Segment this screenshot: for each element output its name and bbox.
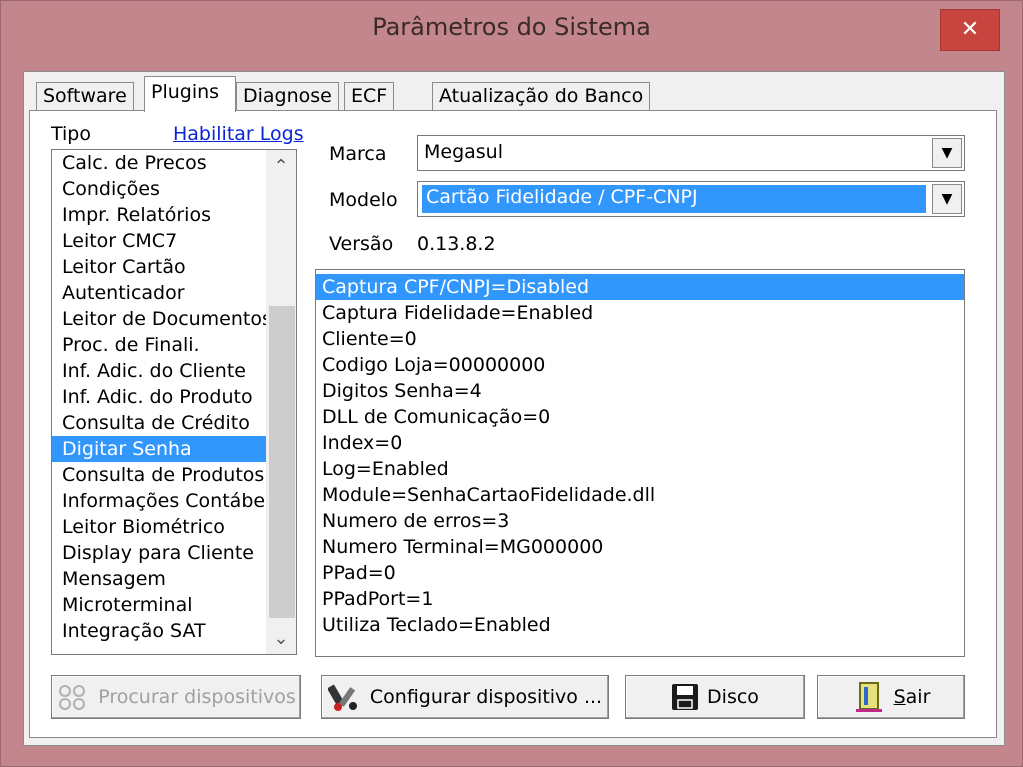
procurar-label: Procurar dispositivos [98,686,296,708]
versao-value: 0.13.8.2 [417,233,496,255]
property-row[interactable]: Captura Fidelidade=Enabled [316,300,964,326]
list-item[interactable]: Microterminal [52,592,266,618]
properties-list[interactable]: Captura CPF/CNPJ=Disabled Captura Fidelid… [315,269,965,657]
scroll-thumb[interactable] [269,306,295,618]
configurar-label: Configurar dispositivo ... [369,686,603,708]
tab-atualizacao-banco[interactable]: Atualização do Banco [432,82,651,110]
procurar-dispositivos-button[interactable]: Procurar dispositivos [51,675,301,719]
scroll-up-icon[interactable]: ⌃ [266,154,296,180]
tab-plugins[interactable]: Plugins [144,76,236,112]
property-row[interactable]: Numero Terminal=MG000000 [316,534,964,560]
modelo-label: Modelo [329,189,398,211]
list-item[interactable]: Autenticador [52,280,266,306]
property-row[interactable]: Cliente=0 [316,326,964,352]
marca-label: Marca [329,143,387,165]
property-row[interactable]: Utiliza Teclado=Enabled [316,612,964,638]
disco-button[interactable]: Disco [625,675,805,719]
property-row[interactable]: Codigo Loja=00000000 [316,352,964,378]
property-row[interactable]: DLL de Comunicação=0 [316,404,964,430]
window: Parâmetros do Sistema ✕ Software Plugins… [0,0,1023,767]
sair-button[interactable]: Sair [817,675,965,719]
marca-value: Megasul [424,141,504,163]
list-item[interactable]: Digitar Senha [52,436,266,462]
list-item[interactable]: Leitor Cartão [52,254,266,280]
list-item[interactable]: Consulta de Produtos [52,462,266,488]
list-item[interactable]: Integração SAT [52,618,266,644]
property-row[interactable]: Numero de erros=3 [316,508,964,534]
property-row[interactable]: Index=0 [316,430,964,456]
list-item[interactable]: Inf. Adic. do Cliente [52,358,266,384]
exit-door-icon [855,682,882,712]
list-item[interactable]: Display para Cliente [52,540,266,566]
list-item[interactable]: Consulta de Crédito [52,410,266,436]
window-title: Parâmetros do Sistema [372,13,651,41]
scroll-down-icon[interactable]: ⌄ [266,626,296,652]
tipo-scrollbar[interactable]: ⌃ ⌄ [266,150,296,654]
chevron-down-icon[interactable]: ▼ [932,138,962,168]
sair-label: Sair [893,686,931,708]
list-item[interactable]: Leitor de Documentos [52,306,266,332]
list-item[interactable]: Condições [52,176,266,202]
list-item[interactable]: Mensagem [52,566,266,592]
property-row[interactable]: PPad=0 [316,560,964,586]
list-item[interactable]: Leitor Biométrico [52,514,266,540]
configurar-dispositivo-button[interactable]: Configurar dispositivo ... [321,675,609,719]
modelo-value: Cartão Fidelidade / CPF-CNPJ [426,186,698,208]
tipo-label: Tipo [51,123,91,145]
list-item[interactable]: Informações Contábe [52,488,266,514]
property-row[interactable]: PPadPort=1 [316,586,964,612]
modelo-select[interactable]: Cartão Fidelidade / CPF-CNPJ ▼ [417,181,965,217]
disco-label: Disco [707,686,759,708]
tab-software[interactable]: Software [36,82,134,110]
properties-items: Captura CPF/CNPJ=Disabled Captura Fidelid… [316,270,964,638]
tab-ecf[interactable]: ECF [344,82,395,110]
close-button[interactable]: ✕ [940,9,1000,51]
tipo-list-items: Calc. de Precos Condições Impr. Relatórios… [52,150,266,644]
habilitar-logs-link[interactable]: Habilitar Logs [173,123,304,145]
list-item[interactable]: Leitor CMC7 [52,228,266,254]
property-row[interactable]: Module=SenhaCartaoFidelidade.dll [316,482,964,508]
marca-select[interactable]: Megasul ▼ [417,135,965,171]
list-item[interactable]: Proc. de Finali. [52,332,266,358]
versao-label: Versão [329,233,394,255]
property-row[interactable]: Captura CPF/CNPJ=Disabled [316,274,964,300]
property-row[interactable]: Log=Enabled [316,456,964,482]
search-devices-icon [59,685,86,710]
tipo-listbox[interactable]: Calc. de Precos Condições Impr. Relatórios… [51,149,297,655]
list-item[interactable]: Calc. de Precos [52,150,266,176]
tab-diagnose[interactable]: Diagnose [236,82,339,110]
chevron-down-icon[interactable]: ▼ [932,184,962,214]
property-row[interactable]: Digitos Senha=4 [316,378,964,404]
list-item[interactable]: Impr. Relatórios [52,202,266,228]
list-item[interactable]: Inf. Adic. do Produto [52,384,266,410]
configure-tools-icon [327,684,357,711]
floppy-disk-icon [672,684,699,710]
close-icon: ✕ [960,17,980,42]
